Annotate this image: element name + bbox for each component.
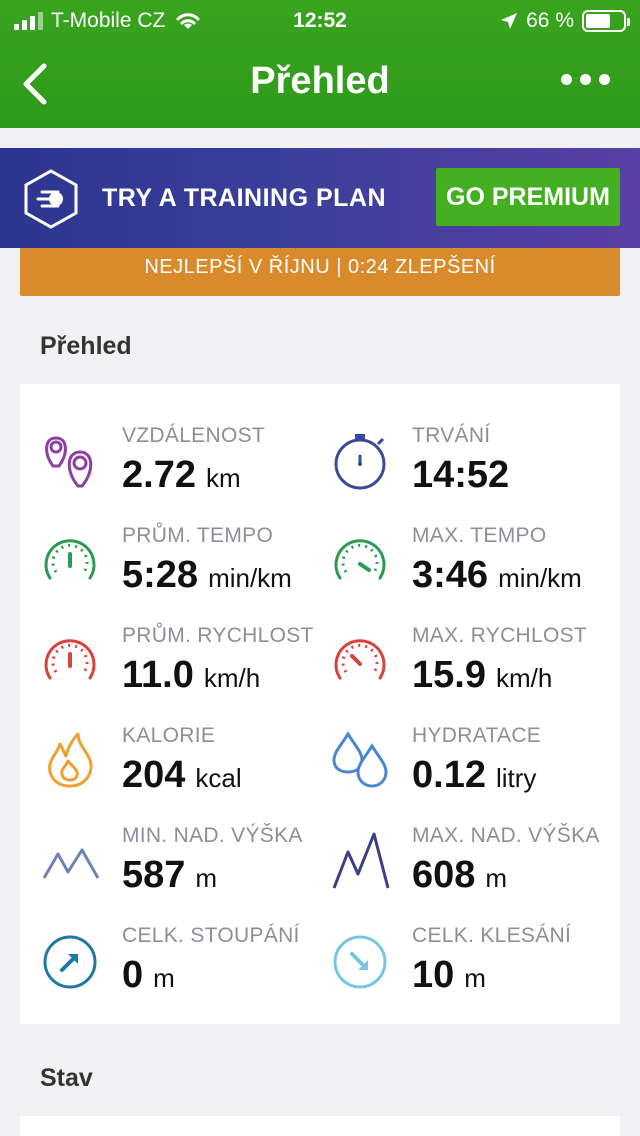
flame-icon [48,732,93,788]
stat-max-speed: MAX. RYCHLOST 15.9 km/h [330,624,620,714]
state-card [20,1116,620,1136]
stat-distance: VZDÁLENOST 2.72 km [40,424,330,514]
stat-value: 204 kcal [122,754,242,796]
achievement-bar[interactable]: NEJLEPŠÍ V ŘÍJNU | 0:24 ZLEPŠENÍ [20,248,620,296]
location-arrow-icon [501,13,518,29]
stat-ascent: CELK. STOUPÁNÍ 0m [40,924,330,1014]
battery-icon [582,10,630,32]
stat-label: PRŮM. RYCHLOST [122,624,314,647]
achievement-text: NEJLEPŠÍ V ŘÍJNU | 0:24 ZLEPŠENÍ [144,256,496,278]
go-premium-button[interactable]: GO PREMIUM [436,168,620,226]
overview-card: VZDÁLENOST 2.72 km TRVÁNÍ 14:52 PRŮM. TEM… [20,384,620,1024]
status-right: 66 % [500,9,630,33]
stat-label: MAX. NAD. VÝŠKA [412,824,600,847]
stat-value: 14:52 [412,454,510,496]
stat-max-pace: MAX. TEMPO 3:46 min/km [330,524,620,614]
stat-avg-speed: PRŮM. RYCHLOST 11.0 km/h [40,624,330,714]
stat-min-elevation: MIN. NAD. VÝŠKA 587 m [40,824,330,914]
max-pace-gauge-icon [334,539,386,580]
banner-text: TRY A TRAINING PLAN [102,184,387,212]
min-elevation-icon [42,848,100,879]
stat-max-elevation: MAX. NAD. VÝŠKA 608 m [330,824,620,914]
pace-gauge-icon [44,539,96,580]
max-elevation-icon [332,832,390,889]
stat-label: HYDRATACE [412,724,542,747]
page-title: Přehled [250,60,390,102]
overview-title: Přehled [40,332,132,360]
stat-value: 608 m [412,854,508,896]
more-options-icon[interactable] [561,74,610,85]
stat-hydration: HYDRATACE 0.12 litry [330,724,620,814]
top-bar: T-Mobile CZ 12:52 66 % Přehled [0,0,640,128]
water-drops-icon [332,731,388,788]
state-title: Stav [40,1064,93,1092]
stat-value: 3:46 min/km [412,554,582,596]
stat-value: 5:28 min/km [122,554,292,596]
stat-label: PRŮM. TEMPO [122,524,274,547]
training-plan-icon [24,169,78,229]
stat-label: KALORIE [122,724,216,747]
stat-calories: KALORIE 204 kcal [40,724,330,814]
stopwatch-icon [334,434,386,490]
stat-label: MAX. RYCHLOST [412,624,588,647]
status-bar: T-Mobile CZ 12:52 66 % [0,0,640,40]
stat-duration: TRVÁNÍ 14:52 [330,424,620,514]
stat-label: TRVÁNÍ [412,424,491,447]
ascent-arrow-icon [43,935,97,989]
speed-gauge-icon [44,639,96,680]
stat-descent: CELK. KLESÁNÍ 10 m [330,924,620,1014]
stat-avg-pace: PRŮM. TEMPO 5:28 min/km [40,524,330,614]
stat-value: 587 m [122,854,218,896]
stat-value: 11.0 km/h [122,654,261,696]
premium-banner[interactable]: TRY A TRAINING PLAN GO PREMIUM [0,148,640,248]
stat-value: 0m [122,954,175,996]
stat-value: 2.72 km [122,454,241,496]
stat-label: MAX. TEMPO [412,524,547,547]
nav-bar: Přehled [0,40,640,128]
max-speed-gauge-icon [334,639,386,680]
battery-percent: 66 % [526,9,574,32]
stat-value: 0.12 litry [412,754,537,796]
location-pins-icon [45,436,93,488]
stat-label: VZDÁLENOST [122,424,266,447]
stat-value: 15.9 km/h [412,654,553,696]
descent-arrow-icon [333,935,387,989]
stat-value: 10 m [412,954,486,996]
stat-label: CELK. STOUPÁNÍ [122,924,300,947]
stat-label: CELK. KLESÁNÍ [412,924,572,947]
stat-label: MIN. NAD. VÝŠKA [122,824,303,847]
